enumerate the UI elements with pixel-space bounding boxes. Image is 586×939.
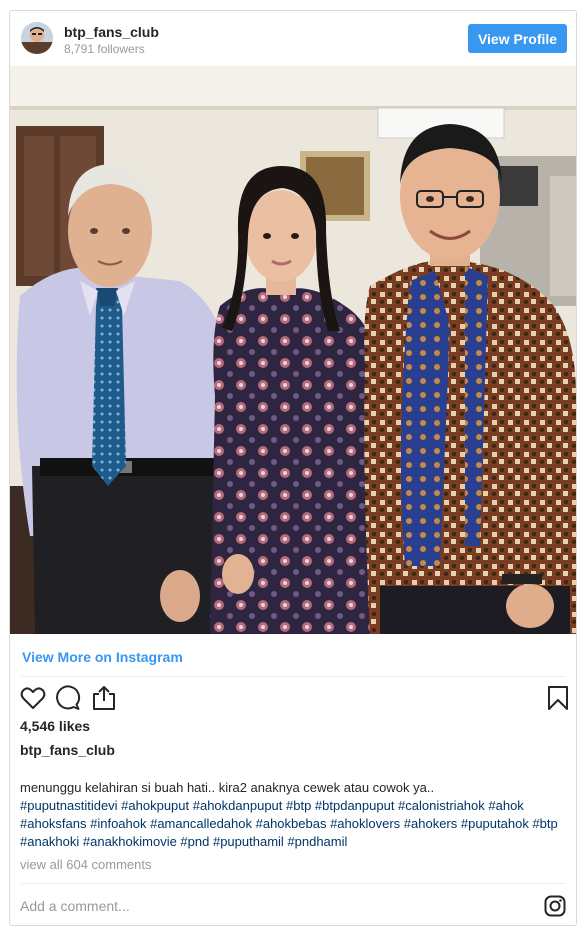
divider: [21, 883, 565, 884]
add-comment-field[interactable]: Add a comment...: [20, 898, 130, 914]
follower-count: 8,791 followers: [64, 42, 145, 56]
username[interactable]: btp_fans_club: [64, 24, 159, 40]
like-count[interactable]: 4,546 likes: [20, 718, 90, 734]
caption-text: menunggu kelahiran si buah hati.. kira2 …: [20, 780, 435, 795]
comment-bubble-icon[interactable]: [55, 685, 81, 711]
view-profile-button[interactable]: View Profile: [468, 24, 567, 53]
divider: [21, 676, 565, 677]
post-caption: menunggu kelahiran si buah hati.. kira2 …: [20, 779, 560, 851]
heart-icon[interactable]: [20, 685, 46, 711]
share-icon[interactable]: [91, 685, 117, 711]
post-header: btp_fans_club 8,791 followers View Profi…: [10, 11, 576, 66]
avatar[interactable]: [21, 22, 53, 54]
post-photo[interactable]: [10, 66, 576, 634]
view-more-link[interactable]: View More on Instagram: [22, 649, 183, 665]
view-all-comments-link[interactable]: view all 604 comments: [20, 857, 152, 872]
post-owner-username[interactable]: btp_fans_club: [20, 742, 115, 758]
bookmark-icon[interactable]: [545, 685, 571, 711]
instagram-embed-card: btp_fans_club 8,791 followers View Profi…: [9, 10, 577, 926]
caption-hashtags[interactable]: #puputnastitidevi #ahokpuput #ahokdanpup…: [20, 798, 558, 849]
instagram-icon[interactable]: [544, 895, 566, 917]
